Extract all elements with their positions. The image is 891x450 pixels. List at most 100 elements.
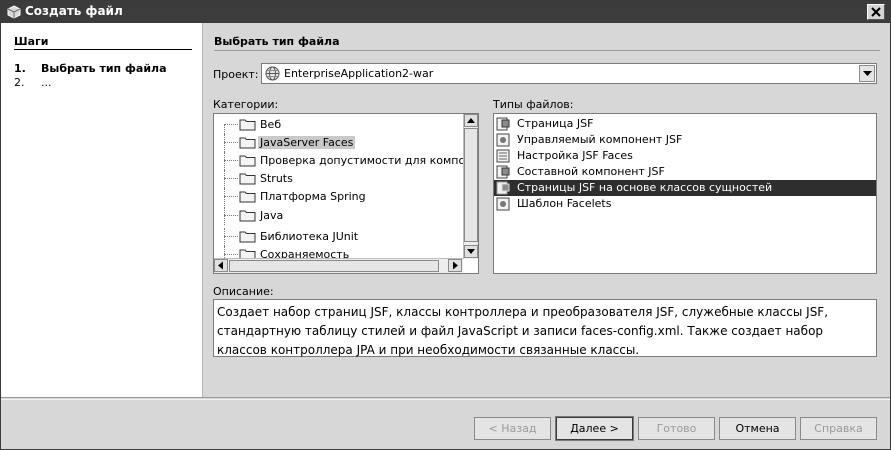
categories-horizontal-scrollbar[interactable] — [214, 258, 463, 273]
netbeans-cube-icon — [7, 5, 21, 19]
tree-connector — [224, 124, 238, 125]
folder-icon — [239, 172, 256, 185]
tree-item-label: Проверка допустимости для компонент — [260, 154, 479, 167]
window-title: Создать файл — [25, 4, 123, 18]
list-item-label: Страница JSF — [517, 117, 594, 130]
tree-connector — [224, 236, 238, 237]
jsf-file-icon — [496, 165, 510, 179]
tree-item[interactable]: Проверка допустимости для компонент — [214, 152, 478, 170]
steps-divider — [14, 49, 192, 50]
step-number: 2. — [14, 76, 25, 89]
categories-label: Категории: — [213, 98, 279, 111]
tree-connector — [224, 170, 225, 188]
tree-item-label: Веб — [260, 118, 282, 131]
project-label: Проект: — [213, 68, 259, 81]
tree-item[interactable]: JavaServer Faces — [214, 134, 462, 152]
tree-connector — [224, 152, 225, 170]
project-value: EnterpriseApplication2-war — [284, 67, 434, 80]
managed-bean-icon — [496, 133, 510, 147]
list-item-label: Страницы JSF на основе классов сущностей — [517, 181, 773, 194]
tree-item-label: Платформа Spring — [260, 190, 366, 203]
list-item-label: Шаблон Facelets — [517, 197, 612, 210]
facelets-template-icon — [496, 197, 510, 211]
tree-connector — [224, 142, 238, 143]
jsf-file-icon — [496, 181, 510, 195]
scroll-up-button[interactable] — [464, 114, 478, 127]
globe-icon — [265, 66, 280, 81]
arrow-up-icon — [467, 118, 475, 123]
categories-tree[interactable]: Веб JavaServer Faces Проверка допустимос… — [213, 113, 479, 274]
tree-item[interactable]: Веб — [214, 116, 462, 134]
tree-item[interactable]: Struts — [214, 170, 462, 188]
jsf-file-icon — [496, 117, 510, 131]
steps-heading: Шаги — [14, 35, 49, 48]
project-select[interactable]: EnterpriseApplication2-war — [261, 63, 877, 84]
back-button[interactable]: < Назад — [474, 417, 551, 440]
step-number: 1. — [14, 62, 26, 75]
tree-item[interactable]: Java — [214, 207, 462, 225]
tree-connector — [224, 124, 225, 134]
close-button[interactable] — [867, 4, 885, 20]
step-label: Выбрать тип файла — [41, 62, 167, 75]
tree-item[interactable]: Библиотека JUnit — [214, 228, 462, 246]
tree-item-label: Java — [260, 209, 284, 222]
tree-item[interactable]: Платформа Spring — [214, 188, 462, 206]
project-dropdown-button[interactable] — [859, 65, 875, 82]
list-item[interactable]: Составной компонент JSF — [494, 164, 876, 180]
folder-icon — [239, 230, 256, 243]
list-item[interactable]: Шаблон Facelets — [494, 196, 876, 212]
tree-connector — [224, 178, 238, 179]
step-item: 2.... — [14, 76, 194, 89]
tree-connector — [224, 254, 238, 255]
tree-item-label: Библиотека JUnit — [260, 230, 359, 243]
step-label: ... — [41, 76, 52, 89]
folder-icon — [239, 190, 256, 203]
list-item-label: Составной компонент JSF — [517, 165, 665, 178]
scroll-right-button[interactable] — [448, 259, 462, 272]
title-bar[interactable]: Создать файл — [1, 1, 890, 23]
chevron-down-icon — [863, 71, 872, 76]
finish-button[interactable]: Готово — [638, 417, 715, 440]
step-item: 1. Выбрать тип файла — [14, 62, 194, 75]
folder-icon — [239, 136, 256, 149]
list-item[interactable]: Страницы JSF на основе классов сущностей — [494, 180, 876, 196]
cancel-button[interactable]: Отмена — [719, 417, 796, 440]
page-title: Выбрать тип файла — [214, 35, 340, 48]
footer-divider — [1, 399, 890, 400]
file-types-label: Типы файлов: — [493, 98, 574, 111]
faces-config-icon — [496, 149, 510, 163]
scroll-down-button[interactable] — [464, 245, 478, 258]
arrow-down-icon — [467, 249, 475, 254]
tree-connector — [224, 228, 225, 246]
tree-connector — [224, 134, 225, 152]
folder-icon — [239, 118, 256, 131]
file-types-list[interactable]: Страница JSF Управляемый компонент JSF Н… — [493, 113, 877, 274]
description-text: Создает набор страниц JSF, классы контро… — [213, 299, 877, 357]
tree-connector — [224, 207, 225, 225]
tree-connector — [224, 215, 238, 216]
scroll-left-button[interactable] — [214, 259, 228, 272]
tree-item-label: JavaServer Faces — [258, 136, 356, 149]
folder-icon — [239, 154, 256, 167]
close-icon — [871, 7, 881, 17]
list-item[interactable]: Управляемый компонент JSF — [494, 132, 876, 148]
tree-connector — [224, 188, 225, 206]
categories-vertical-scrollbar[interactable] — [463, 114, 478, 259]
title-divider — [214, 50, 880, 51]
arrow-left-icon — [218, 261, 223, 270]
scroll-thumb[interactable] — [464, 128, 478, 242]
tree-item-label: Struts — [260, 172, 293, 185]
description-label: Описание: — [213, 285, 274, 298]
list-item-label: Управляемый компонент JSF — [517, 133, 683, 146]
scroll-thumb[interactable] — [229, 260, 439, 272]
help-button[interactable]: Справка — [800, 417, 877, 440]
list-item-label: Настройка JSF Faces — [517, 149, 633, 162]
tree-connector — [224, 196, 238, 197]
list-item[interactable]: Настройка JSF Faces — [494, 148, 876, 164]
button-bar: < Назад Далее > Готово Отмена Справка — [1, 397, 890, 449]
next-button[interactable]: Далее > — [555, 416, 634, 441]
new-file-dialog: Создать файл Шаги 1. Выбрать тип файла 2.… — [0, 0, 891, 450]
steps-panel: Шаги 1. Выбрать тип файла 2.... — [1, 23, 203, 397]
list-item[interactable]: Страница JSF — [494, 116, 876, 132]
folder-icon — [239, 209, 256, 222]
